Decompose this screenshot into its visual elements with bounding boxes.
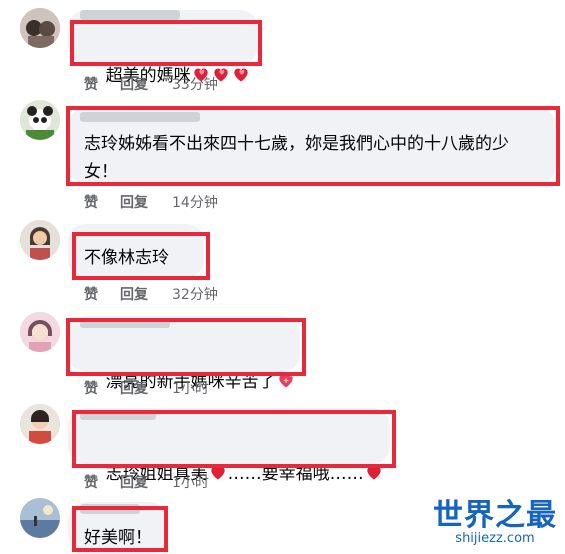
comment-actions: 赞 回复 1小时 bbox=[84, 378, 209, 398]
highlight-box bbox=[72, 506, 168, 552]
comment-1: 超美的媽咪 赞 回复 33分钟 bbox=[0, 0, 565, 100]
reply-button[interactable]: 回复 bbox=[120, 192, 172, 212]
comment-actions: 赞 回复 14分钟 bbox=[84, 192, 218, 212]
like-button[interactable]: 赞 bbox=[84, 284, 120, 304]
reply-button[interactable]: 回复 bbox=[120, 74, 172, 94]
commenter-avatar[interactable] bbox=[20, 498, 60, 538]
heart-emoji-icon bbox=[231, 66, 251, 86]
watermark-title: 世界之最 bbox=[433, 498, 557, 533]
reply-button[interactable]: 回复 bbox=[120, 284, 172, 304]
reply-button[interactable]: 回复 bbox=[120, 378, 172, 398]
comment-actions: 赞 回复 32分钟 bbox=[84, 284, 218, 304]
highlight-box bbox=[72, 410, 396, 468]
timestamp[interactable]: 14分钟 bbox=[172, 192, 218, 212]
like-button[interactable]: 赞 bbox=[84, 192, 120, 212]
like-button[interactable]: 赞 bbox=[84, 472, 120, 492]
reply-button[interactable]: 回复 bbox=[120, 472, 172, 492]
comment-actions: 赞 回复 1小时 bbox=[84, 472, 209, 492]
watermark-url: shijiezz.com bbox=[455, 531, 535, 546]
commenter-name[interactable] bbox=[80, 10, 180, 20]
highlight-box bbox=[66, 106, 560, 186]
like-button[interactable]: 赞 bbox=[84, 74, 120, 94]
like-button[interactable]: 赞 bbox=[84, 378, 120, 398]
comment-actions: 赞 回复 33分钟 bbox=[84, 74, 218, 94]
commenter-avatar[interactable] bbox=[20, 100, 60, 140]
comment-5: 志玲姐姐真美 ……要幸福哦…… 赞 回复 1小时 bbox=[0, 402, 565, 494]
commenter-avatar[interactable] bbox=[20, 220, 60, 260]
timestamp[interactable]: 33分钟 bbox=[172, 74, 218, 94]
site-watermark: 世界之最 shijiezz.com bbox=[433, 500, 557, 546]
commenter-avatar[interactable] bbox=[20, 312, 60, 352]
highlight-box bbox=[70, 20, 262, 66]
comment-2: 志玲姊姊看不出來四十七歲，妳是我們心中的十八歲的少 女！ 赞 回复 14分钟 bbox=[0, 100, 565, 220]
timestamp[interactable]: 32分钟 bbox=[172, 284, 218, 304]
commenter-avatar[interactable] bbox=[20, 404, 60, 444]
commenter-avatar[interactable] bbox=[20, 8, 60, 48]
timestamp[interactable]: 1小时 bbox=[172, 472, 209, 492]
comment-4: 漂亮的新手媽咪辛苦了 赞 回复 1小时 bbox=[0, 310, 565, 404]
highlight-box bbox=[72, 232, 210, 280]
comment-3: 不像林志玲 赞 回复 32分钟 bbox=[0, 218, 565, 312]
timestamp[interactable]: 1小时 bbox=[172, 378, 209, 398]
highlight-box bbox=[66, 318, 306, 376]
